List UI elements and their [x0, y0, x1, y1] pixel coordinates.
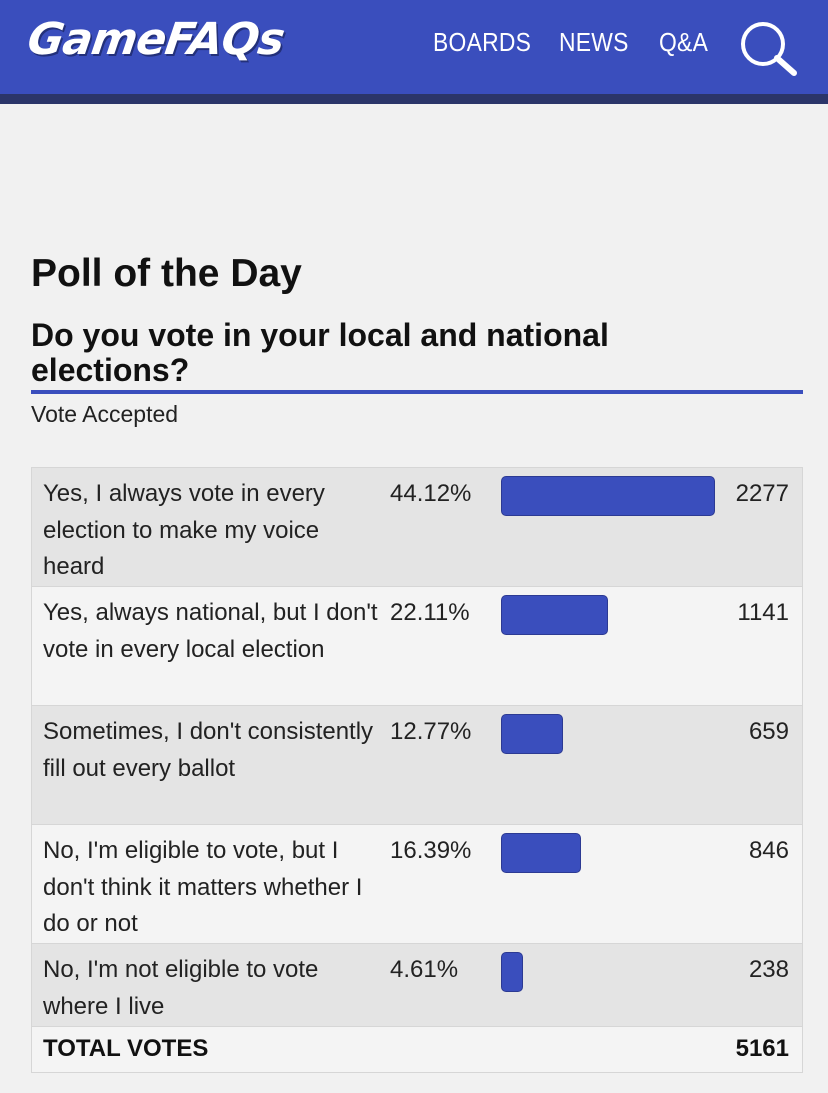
- option-bar: [501, 595, 608, 635]
- option-bar-track: [501, 833, 716, 873]
- poll-option-row: Yes, always national, but I don't vote i…: [32, 587, 802, 706]
- poll-results-table: Yes, I always vote in every election to …: [31, 467, 803, 1073]
- option-bar: [501, 714, 563, 754]
- total-votes-count: 5161: [735, 1035, 789, 1062]
- option-bar-track: [501, 952, 716, 992]
- gamefaqs-logo[interactable]: GameFAQs: [24, 14, 287, 65]
- nav-qa-link[interactable]: Q&A: [659, 27, 708, 63]
- question-underline: [31, 390, 803, 394]
- option-bar: [501, 952, 523, 992]
- option-percent: 44.12%: [390, 480, 472, 507]
- nav-news-link[interactable]: NEWS: [559, 27, 629, 63]
- option-label: Yes, I always vote in every election to …: [43, 480, 325, 580]
- option-bar-track: [501, 476, 716, 516]
- option-label: No, I'm not eligible to vote where I liv…: [43, 956, 319, 1020]
- site-header: GameFAQs BOARDS NEWS Q&A: [0, 0, 828, 94]
- option-bar-track: [501, 595, 716, 635]
- poll-option-row: Sometimes, I don't consistently fill out…: [32, 706, 802, 825]
- header-divider: [0, 94, 828, 104]
- option-label: No, I'm eligible to vote, but I don't th…: [43, 837, 363, 937]
- page-title: Poll of the Day: [31, 252, 302, 295]
- poll-option-row: No, I'm eligible to vote, but I don't th…: [32, 825, 802, 944]
- poll-question: Do you vote in your local and national e…: [31, 317, 609, 388]
- option-bar: [501, 833, 581, 873]
- option-percent: 12.77%: [390, 718, 472, 745]
- search-icon[interactable]: [737, 20, 799, 76]
- option-votes: 659: [748, 718, 789, 745]
- vote-status: Vote Accepted: [31, 401, 179, 427]
- total-votes-label: TOTAL VOTES: [43, 1035, 209, 1062]
- option-label: Sometimes, I don't consistently fill out…: [43, 718, 374, 782]
- poll-option-row: Yes, I always vote in every election to …: [32, 468, 802, 587]
- option-votes: 846: [748, 837, 789, 864]
- option-bar-track: [501, 714, 716, 754]
- option-percent: 4.61%: [390, 956, 459, 983]
- option-bar: [501, 476, 715, 516]
- total-votes-row: TOTAL VOTES 5161: [32, 1027, 802, 1072]
- option-votes: 1141: [737, 599, 789, 626]
- option-percent: 22.11%: [390, 599, 470, 626]
- option-votes: 238: [748, 956, 789, 983]
- poll-option-row: No, I'm not eligible to vote where I liv…: [32, 944, 802, 1027]
- nav-boards-link[interactable]: BOARDS: [433, 27, 531, 63]
- option-percent: 16.39%: [390, 837, 472, 864]
- option-label: Yes, always national, but I don't vote i…: [43, 599, 378, 663]
- option-votes: 2277: [735, 480, 789, 507]
